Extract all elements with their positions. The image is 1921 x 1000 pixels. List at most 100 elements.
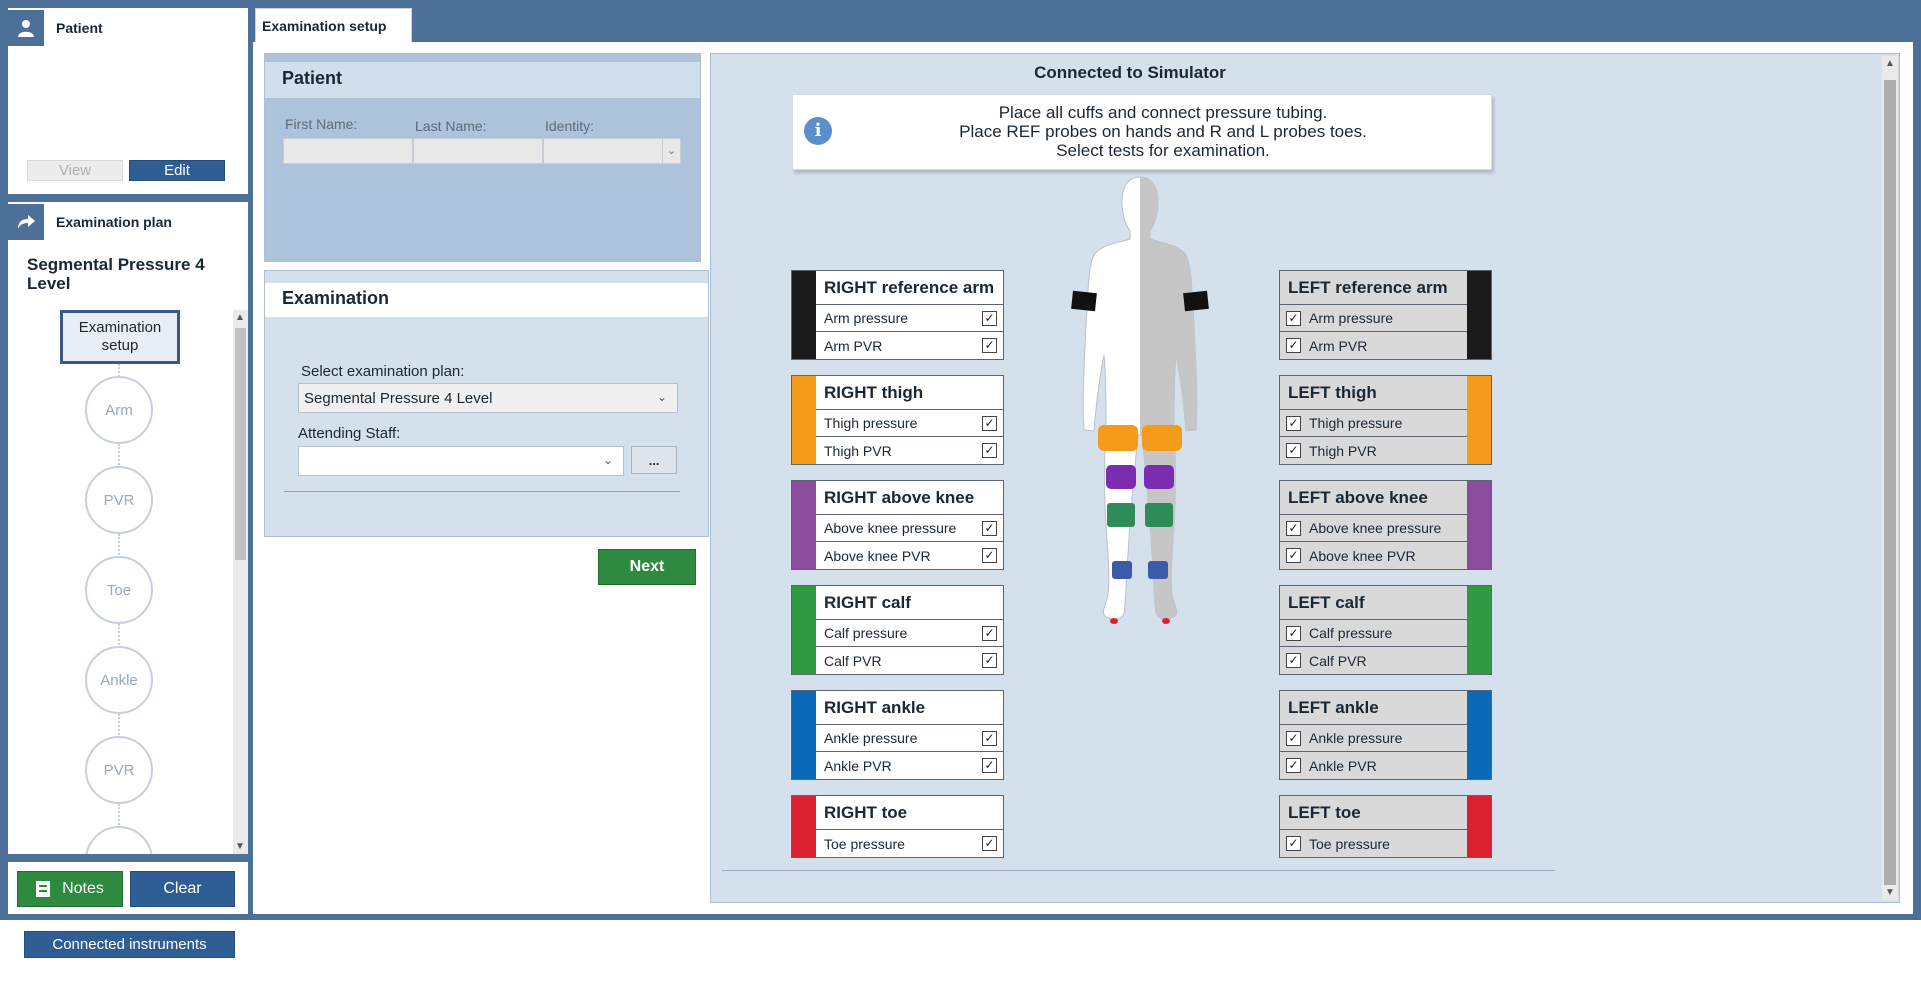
- first-name-field[interactable]: [283, 138, 413, 164]
- staff-select[interactable]: ⌄: [298, 446, 624, 476]
- step-pvr-2[interactable]: PVR: [85, 736, 153, 804]
- test-checkbox[interactable]: ✓: [1286, 548, 1301, 563]
- scroll-down-icon[interactable]: ▼: [1885, 887, 1895, 898]
- test-row[interactable]: ✓ Ankle PVR: [1280, 752, 1467, 779]
- test-row[interactable]: Ankle pressure ✓: [816, 725, 1003, 752]
- test-row[interactable]: ✓ Above knee pressure: [1280, 515, 1467, 542]
- clear-button[interactable]: Clear: [130, 871, 235, 907]
- test-row[interactable]: Toe pressure ✓: [816, 830, 1003, 857]
- test-checkbox[interactable]: ✓: [1286, 730, 1301, 746]
- test-row[interactable]: ✓ Toe pressure: [1280, 830, 1467, 857]
- chevron-down-icon[interactable]: ⌄: [657, 390, 671, 404]
- step-calf[interactable]: Calf: [85, 826, 153, 854]
- test-checkbox[interactable]: ✓: [982, 836, 997, 851]
- step-arm[interactable]: Arm: [85, 376, 153, 444]
- test-row[interactable]: ✓ Thigh pressure: [1280, 410, 1467, 437]
- scroll-up-icon[interactable]: ▲: [1885, 58, 1895, 69]
- cuff-color-bar: [792, 586, 816, 674]
- edit-button[interactable]: Edit: [129, 160, 225, 181]
- test-row[interactable]: Above knee pressure ✓: [816, 515, 1003, 542]
- test-row[interactable]: ✓ Arm PVR: [1280, 332, 1467, 359]
- test-row[interactable]: Above knee PVR ✓: [816, 542, 1003, 569]
- test-label: Above knee PVR: [1309, 547, 1416, 564]
- test-checkbox[interactable]: ✓: [1286, 443, 1301, 458]
- right-test-group: RIGHT thigh Thigh pressure ✓ Thigh PVR ✓: [791, 375, 1004, 465]
- last-name-field[interactable]: [413, 138, 543, 164]
- test-row[interactable]: ✓ Arm pressure: [1280, 305, 1467, 332]
- cuff-color-bar: [792, 271, 816, 359]
- test-group-title: RIGHT ankle: [816, 691, 1003, 725]
- test-checkbox[interactable]: ✓: [982, 443, 997, 458]
- identity-label: Identity:: [545, 118, 595, 134]
- step-connector: [118, 804, 120, 828]
- test-row[interactable]: Thigh pressure ✓: [816, 410, 1003, 437]
- test-checkbox[interactable]: ✓: [1286, 836, 1301, 851]
- test-row[interactable]: Arm pressure ✓: [816, 305, 1003, 332]
- test-checkbox[interactable]: ✓: [982, 626, 997, 641]
- identity-field[interactable]: ⌄: [543, 138, 681, 164]
- test-checkbox[interactable]: ✓: [982, 338, 997, 353]
- test-checkbox[interactable]: ✓: [982, 311, 997, 326]
- test-checkbox[interactable]: ✓: [1286, 520, 1301, 536]
- cuff-color-bar: [1467, 376, 1491, 464]
- left-ankle-cuff: [1148, 561, 1168, 579]
- test-group-title: LEFT reference arm: [1280, 271, 1467, 305]
- tab-examination-setup[interactable]: Examination setup: [255, 8, 412, 42]
- test-checkbox[interactable]: ✓: [982, 548, 997, 563]
- test-row[interactable]: Arm PVR ✓: [816, 332, 1003, 359]
- test-row[interactable]: ✓ Ankle pressure: [1280, 725, 1467, 752]
- plan-select[interactable]: Segmental Pressure 4 Level ⌄: [298, 383, 678, 413]
- test-row[interactable]: ✓ Calf pressure: [1280, 620, 1467, 647]
- scrollbar-thumb[interactable]: [235, 328, 246, 560]
- scrollbar-thumb[interactable]: [1884, 80, 1896, 885]
- test-checkbox[interactable]: ✓: [1286, 625, 1301, 641]
- left-thigh-cuff: [1142, 425, 1182, 451]
- right-thigh-cuff: [1098, 425, 1138, 451]
- test-label: Ankle pressure: [1309, 730, 1403, 746]
- scroll-down-icon[interactable]: ▼: [235, 841, 245, 852]
- connected-instruments-button[interactable]: Connected instruments: [24, 931, 235, 958]
- scroll-up-icon[interactable]: ▲: [235, 312, 245, 323]
- view-button[interactable]: View: [27, 160, 123, 181]
- test-row[interactable]: ✓ Calf PVR: [1280, 647, 1467, 674]
- last-name-label: Last Name:: [415, 118, 487, 134]
- test-checkbox[interactable]: ✓: [1286, 338, 1301, 353]
- test-row[interactable]: Calf pressure ✓: [816, 620, 1003, 647]
- footer-bar: [0, 920, 1921, 1000]
- staff-browse-button[interactable]: ...: [631, 446, 677, 474]
- test-checkbox[interactable]: ✓: [1286, 310, 1301, 326]
- test-checkbox[interactable]: ✓: [1286, 758, 1301, 773]
- notes-button[interactable]: Notes: [17, 871, 123, 907]
- right-arm-cuff: [1071, 290, 1097, 312]
- test-row[interactable]: ✓ Above knee PVR: [1280, 542, 1467, 569]
- test-row[interactable]: Thigh PVR ✓: [816, 437, 1003, 464]
- test-label: Toe pressure: [824, 835, 905, 852]
- test-checkbox[interactable]: ✓: [982, 521, 997, 536]
- plan-scrollbar[interactable]: ▲ ▼: [233, 310, 248, 854]
- test-checkbox[interactable]: ✓: [982, 416, 997, 431]
- chevron-down-icon[interactable]: ⌄: [662, 139, 680, 163]
- share-arrow-icon: [8, 204, 44, 240]
- step-examination-setup[interactable]: Examination setup: [60, 310, 180, 364]
- test-checkbox[interactable]: ✓: [982, 758, 997, 773]
- test-checkbox[interactable]: ✓: [982, 653, 997, 668]
- left-test-group: LEFT above knee ✓ Above knee pressure ✓ Abov…: [1279, 480, 1492, 570]
- test-checkbox[interactable]: ✓: [982, 731, 997, 746]
- next-button[interactable]: Next: [598, 549, 696, 585]
- chevron-down-icon[interactable]: ⌄: [603, 453, 617, 467]
- test-row[interactable]: ✓ Thigh PVR: [1280, 437, 1467, 464]
- simulator-scrollbar[interactable]: ▲ ▼: [1882, 56, 1898, 900]
- step-ankle[interactable]: Ankle: [85, 646, 153, 714]
- left-above-knee-cuff: [1144, 465, 1174, 489]
- step-toe[interactable]: Toe: [85, 556, 153, 624]
- test-group-title: LEFT ankle: [1280, 691, 1467, 725]
- examination-divider: [284, 491, 680, 492]
- test-row[interactable]: Ankle PVR ✓: [816, 752, 1003, 779]
- test-label: Ankle PVR: [824, 757, 892, 774]
- step-pvr[interactable]: PVR: [85, 466, 153, 534]
- left-test-group: LEFT thigh ✓ Thigh pressure ✓ Thigh PVR: [1279, 375, 1492, 465]
- test-checkbox[interactable]: ✓: [1286, 653, 1301, 668]
- test-checkbox[interactable]: ✓: [1286, 415, 1301, 431]
- left-test-group: LEFT toe ✓ Toe pressure: [1279, 795, 1492, 858]
- test-row[interactable]: Calf PVR ✓: [816, 647, 1003, 674]
